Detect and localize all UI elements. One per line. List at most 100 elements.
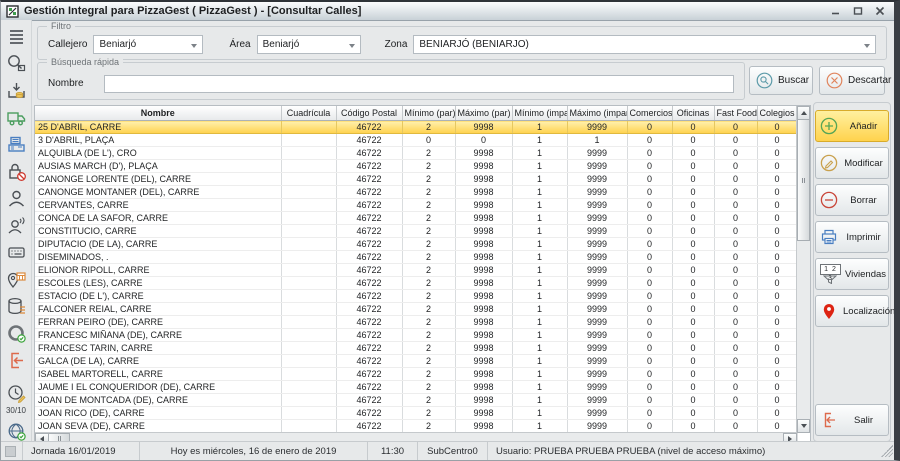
- anadir-button[interactable]: Añadir: [815, 110, 889, 142]
- cell-nombre: CANONGE MONTANER (DEL), CARRE: [35, 186, 281, 199]
- cell-value: 0: [627, 277, 672, 290]
- modificar-label: Modificar: [843, 158, 884, 169]
- table-row[interactable]: FRANCESC MIÑANA (DE), CARRE4672229998199…: [35, 329, 797, 342]
- column-header[interactable]: Comercios: [627, 106, 672, 121]
- cell-value: 9999: [567, 251, 627, 264]
- cell-value: [281, 394, 336, 407]
- table-row[interactable]: 25 D'ABRIL, CARRE4672229998199990000: [35, 121, 797, 134]
- table-row[interactable]: DISEMINADOS, .4672229998199990000: [35, 251, 797, 264]
- vertical-scrollbar[interactable]: [796, 106, 810, 433]
- cell-value: 0: [627, 368, 672, 381]
- table-row[interactable]: ISABEL MARTORELL, CARRE46722299981999900…: [35, 368, 797, 381]
- table-row[interactable]: FALCONER REIAL, CARRE4672229998199990000: [35, 303, 797, 316]
- column-header[interactable]: Mínimo (par): [402, 106, 455, 121]
- column-header[interactable]: Mínimo (impar): [512, 106, 567, 121]
- table-row[interactable]: CANONGE LORENTE (DEL), CARRE467222999819…: [35, 173, 797, 186]
- table-row[interactable]: JOAN SEVA (DE), CARRE4672229998199990000: [35, 420, 797, 433]
- user-icon[interactable]: [6, 188, 27, 209]
- keypad-icon[interactable]: [6, 242, 27, 263]
- cell-value: 0: [672, 394, 714, 407]
- salir-button[interactable]: Salir: [815, 404, 889, 436]
- scroll-down-button[interactable]: [797, 419, 810, 433]
- resize-grip[interactable]: [881, 445, 893, 457]
- cell-value: 0: [672, 173, 714, 186]
- table-row[interactable]: FRANCESC TARIN, CARRE4672229998199990000: [35, 342, 797, 355]
- column-header[interactable]: Máximo (impar): [567, 106, 627, 121]
- cell-value: 0: [627, 121, 672, 134]
- cell-value: 0: [627, 342, 672, 355]
- table-row[interactable]: ESTACIO (DE L'), CARRE467222999819999000…: [35, 290, 797, 303]
- table-row[interactable]: CONSTITUCIO, CARRE4672229998199990000: [35, 225, 797, 238]
- table-row[interactable]: ESCOLES (LES), CARRE4672229998199990000: [35, 277, 797, 290]
- nombre-search-input[interactable]: [104, 75, 734, 93]
- area-combo[interactable]: Beniarjó: [257, 35, 361, 54]
- lock-blocked-icon[interactable]: [6, 161, 27, 182]
- user-wave-icon[interactable]: [6, 215, 27, 236]
- maximize-button[interactable]: [851, 5, 865, 17]
- table-row[interactable]: CERVANTES, CARRE4672229998199990000: [35, 199, 797, 212]
- zona-combo[interactable]: BENIARJÓ (BENIARJO): [413, 35, 876, 54]
- exit-door-icon[interactable]: [6, 350, 27, 371]
- cash-register-icon[interactable]: [6, 134, 27, 155]
- cell-value: 0: [714, 134, 757, 147]
- table-row[interactable]: ELIONOR RIPOLL, CARRE4672229998199990000: [35, 264, 797, 277]
- column-header[interactable]: Oficinas: [672, 106, 714, 121]
- cell-value: 2: [402, 199, 455, 212]
- descartar-button[interactable]: Descartar: [819, 66, 885, 95]
- close-button[interactable]: [873, 5, 887, 17]
- table-row[interactable]: ALQUIBLA (DE L'), CRO4672229998199990000: [35, 147, 797, 160]
- cell-value: 9999: [567, 121, 627, 134]
- header-row[interactable]: NombreCuadrículaCódigo PostalMínimo (par…: [35, 106, 797, 121]
- globe-check-icon[interactable]: [6, 421, 27, 442]
- minimize-button[interactable]: [829, 5, 843, 17]
- anadir-label: Añadir: [843, 121, 884, 132]
- delivery-truck-icon[interactable]: [6, 107, 27, 128]
- vertical-scroll-thumb[interactable]: [797, 119, 810, 241]
- cell-value: [281, 342, 336, 355]
- cell-value: 0: [672, 225, 714, 238]
- column-header[interactable]: Cuadrícula: [281, 106, 336, 121]
- callejero-combo[interactable]: Beniarjó: [93, 35, 203, 54]
- location-calendar-icon[interactable]: [6, 269, 27, 290]
- callejero-label: Callejero: [48, 39, 87, 50]
- cell-value: 46722: [336, 355, 402, 368]
- buscar-button[interactable]: Buscar: [749, 66, 813, 95]
- column-header[interactable]: Colegios: [757, 106, 797, 121]
- inbox-coins-icon[interactable]: [6, 80, 27, 101]
- column-header[interactable]: Máximo (par): [455, 106, 512, 121]
- imprimir-button[interactable]: Imprimir: [815, 221, 889, 253]
- cell-value: 9998: [455, 368, 512, 381]
- cell-value: 0: [627, 134, 672, 147]
- table-row[interactable]: FERRAN PEIRO (DE), CARRE4672229998199990…: [35, 316, 797, 329]
- cell-value: 9999: [567, 160, 627, 173]
- scroll-up-button[interactable]: [797, 106, 810, 120]
- cell-value: 0: [672, 238, 714, 251]
- menu-icon[interactable]: [6, 26, 27, 47]
- viviendas-button[interactable]: 1 2 3 Viviendas: [815, 258, 889, 290]
- table-body: 25 D'ABRIL, CARRE46722299981999900003 D'…: [35, 121, 797, 446]
- cell-value: 0: [757, 381, 797, 394]
- table-row[interactable]: JOAN RICO (DE), CARRE4672229998199990000: [35, 407, 797, 420]
- cell-value: 46722: [336, 407, 402, 420]
- borrar-button[interactable]: Borrar: [815, 184, 889, 216]
- cell-value: 9999: [567, 394, 627, 407]
- clock-edit-icon[interactable]: [6, 383, 27, 404]
- column-header[interactable]: Fast Food: [714, 106, 757, 121]
- table-row[interactable]: CONCA DE LA SAFOR, CARRE4672229998199990…: [35, 212, 797, 225]
- help-ring-icon[interactable]: [6, 323, 27, 344]
- column-header[interactable]: Nombre: [35, 106, 281, 121]
- table-row[interactable]: JAUME I EL CONQUERIDOR (DE), CARRE467222…: [35, 381, 797, 394]
- table-row[interactable]: CANONGE MONTANER (DEL), CARRE46722299981…: [35, 186, 797, 199]
- column-header[interactable]: Código Postal: [336, 106, 402, 121]
- table-row[interactable]: GALCA (DE LA), CARRE4672229998199990000: [35, 355, 797, 368]
- search-parcel-icon[interactable]: [6, 53, 27, 74]
- cell-nombre: FERRAN PEIRO (DE), CARRE: [35, 316, 281, 329]
- localizacion-button[interactable]: Localización: [815, 295, 889, 327]
- modificar-button[interactable]: Modificar: [815, 147, 889, 179]
- cell-value: 46722: [336, 212, 402, 225]
- table-row[interactable]: JOAN DE MONTCADA (DE), CARRE467222999819…: [35, 394, 797, 407]
- table-row[interactable]: AUSIAS MARCH (D'), PLAÇA4672229998199990…: [35, 160, 797, 173]
- table-row[interactable]: 3 D'ABRIL, PLAÇA4672200110000: [35, 134, 797, 147]
- database-icon[interactable]: [6, 296, 27, 317]
- table-row[interactable]: DIPUTACIO (DE LA), CARRE4672229998199990…: [35, 238, 797, 251]
